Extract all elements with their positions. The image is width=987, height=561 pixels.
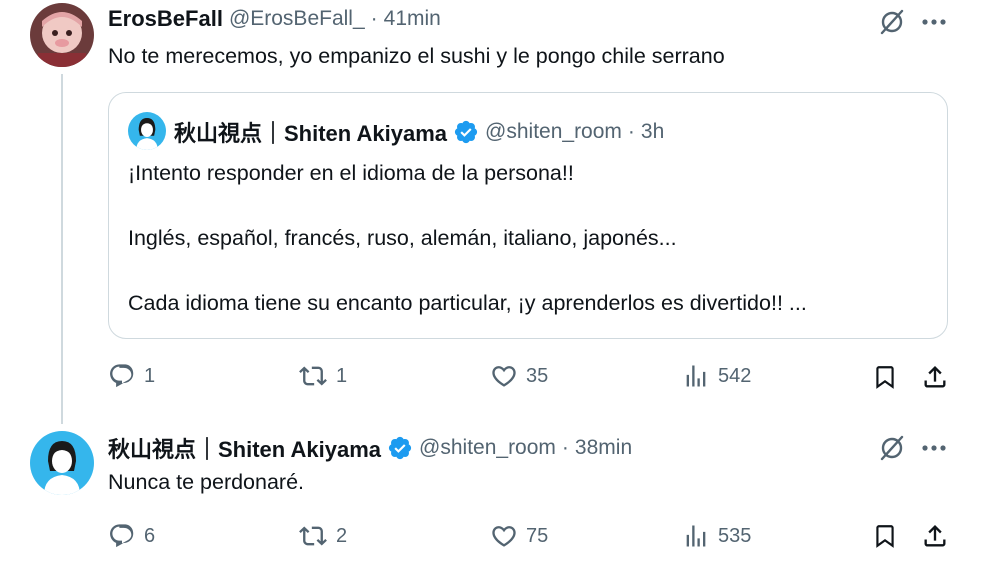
quote-display-name: 秋山視点｜Shiten Akiyama (174, 121, 448, 146)
reply-count: 6 (144, 524, 156, 547)
like-icon (492, 366, 516, 387)
repost-icon (299, 526, 327, 546)
more-icon[interactable] (916, 430, 952, 466)
quote-separator: · (627, 120, 635, 143)
reply-button[interactable]: 1 (108, 362, 155, 390)
quote-line-1: ¡Intento responder en el idioma de la pe… (128, 161, 574, 185)
reply-count: 1 (144, 364, 156, 387)
verified-badge-icon (453, 119, 479, 145)
repost-button[interactable]: 2 (298, 522, 347, 550)
share-icon[interactable] (918, 519, 952, 553)
views-icon (686, 525, 706, 547)
tweet2-separator: · (561, 436, 569, 459)
avatar-shiten-akiyama[interactable] (30, 431, 94, 495)
like-count: 35 (526, 364, 549, 387)
repost-count: 2 (336, 524, 348, 547)
share-icon[interactable] (918, 360, 952, 394)
quote-header: 秋山視点｜Shiten Akiyama @shiten_room · 3h (174, 116, 664, 148)
repost-button[interactable]: 1 (298, 362, 347, 390)
views-icon (686, 365, 706, 387)
bookmark-icon[interactable] (868, 519, 902, 553)
quote-line-3: Cada idioma tiene su encanto particular,… (128, 291, 807, 315)
views-button[interactable]: 542 (682, 362, 751, 390)
grok-icon[interactable] (874, 430, 910, 466)
quote-time: 3h (640, 120, 665, 143)
tweet1-header: ErosBeFall @ErosBeFall_ · 41min (108, 6, 441, 32)
views-count: 542 (718, 364, 752, 387)
reply-icon (110, 524, 134, 548)
grok-icon[interactable] (874, 4, 910, 40)
repost-count: 1 (336, 364, 348, 387)
verified-badge-icon (387, 435, 413, 461)
quote-handle: @shiten_room (485, 120, 622, 143)
like-button[interactable]: 75 (490, 522, 548, 550)
reply-button[interactable]: 6 (108, 522, 155, 550)
tweet1-handle[interactable]: @ErosBeFall_ (229, 7, 365, 31)
tweet1-time[interactable]: 41min (384, 7, 441, 31)
views-button[interactable]: 535 (682, 522, 751, 550)
reply-icon (110, 364, 134, 388)
avatar-erosbefall[interactable] (30, 3, 94, 67)
tweet2-header: 秋山視点｜Shiten Akiyama @shiten_room · 38min (108, 432, 632, 464)
bookmark-icon[interactable] (868, 360, 902, 394)
quote-line-2: Inglés, español, francés, ruso, alemán, … (128, 226, 677, 250)
like-count: 75 (526, 524, 549, 547)
thread-line (61, 74, 63, 424)
tweet2-time[interactable]: 38min (575, 436, 632, 460)
tweet2-handle[interactable]: @shiten_room (419, 436, 556, 460)
like-icon (492, 526, 516, 547)
tweet1-separator: · (370, 7, 378, 30)
tweet2-text: Nunca te perdonaré. (108, 470, 305, 494)
more-icon[interactable] (916, 4, 952, 40)
quote-avatar (128, 112, 166, 150)
tweet1-text: No te merecemos, yo empanizo el sushi y … (108, 44, 725, 68)
repost-icon (299, 366, 327, 386)
tweet1-display-name[interactable]: ErosBeFall (108, 6, 223, 32)
views-count: 535 (718, 524, 752, 547)
like-button[interactable]: 35 (490, 362, 548, 390)
tweet2-display-name[interactable]: 秋山視点｜Shiten Akiyama (108, 432, 381, 464)
